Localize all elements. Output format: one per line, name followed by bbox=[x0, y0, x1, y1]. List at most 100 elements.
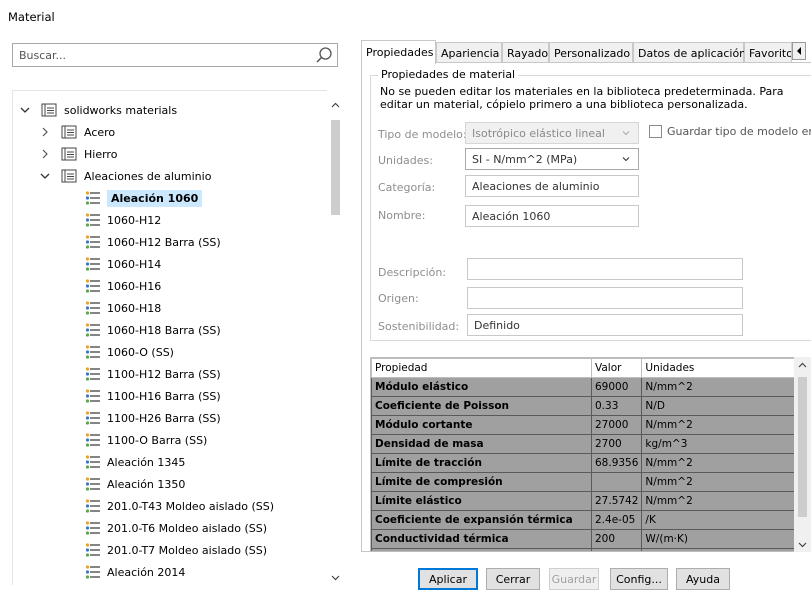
tree-scrollbar[interactable] bbox=[327, 90, 344, 585]
col-header-property[interactable]: Propiedad bbox=[371, 358, 592, 378]
cell-name[interactable]: Coeficiente de expansión térmica bbox=[371, 510, 592, 530]
table-row[interactable]: Coeficiente de expansión térmica 2.4e-05/… bbox=[371, 510, 803, 530]
cell-units[interactable]: /K bbox=[641, 510, 803, 530]
search-icon[interactable] bbox=[315, 46, 333, 64]
material-item[interactable]: 1060-O (SS) bbox=[85, 341, 174, 363]
cell-units[interactable]: kg/m^3 bbox=[641, 434, 803, 454]
tab-scroll-left-button[interactable] bbox=[792, 42, 806, 60]
cell-units[interactable]: W/(m·K) bbox=[641, 529, 803, 549]
material-item[interactable]: Aleación 2014 bbox=[85, 561, 185, 583]
table-scroll-thumb[interactable] bbox=[798, 377, 807, 517]
table-row[interactable]: Límite de tracción 68.9356 N/mm^2 bbox=[371, 453, 803, 473]
cell-value[interactable] bbox=[590, 548, 643, 551]
scroll-up-icon[interactable] bbox=[331, 102, 340, 108]
cell-name[interactable]: Coeficiente de Poisson bbox=[371, 396, 592, 416]
cell-name[interactable]: Límite elástico bbox=[371, 491, 592, 511]
search-box[interactable] bbox=[12, 43, 338, 67]
cell-units[interactable]: N/mm^2 bbox=[641, 377, 803, 397]
cell-value[interactable]: 2700 bbox=[590, 434, 643, 454]
material-item[interactable]: 1060-H12 bbox=[85, 209, 161, 231]
material-item[interactable]: 201.0-T6 Moldeo aislado (SS) bbox=[85, 517, 267, 539]
cell-units[interactable]: N/mm^2 bbox=[641, 415, 803, 435]
scroll-up-icon[interactable] bbox=[798, 362, 807, 368]
col-header-units[interactable]: Unidades bbox=[641, 358, 803, 378]
cell-name[interactable]: Densidad de masa bbox=[371, 434, 592, 454]
col-header-value[interactable]: Valor bbox=[590, 358, 643, 378]
save-model-type-checkbox[interactable] bbox=[649, 125, 662, 138]
description-field[interactable] bbox=[467, 258, 743, 280]
table-row[interactable]: Coeficiente de Poisson 0.33 N/D bbox=[371, 396, 803, 416]
chevron-down-icon[interactable] bbox=[19, 104, 31, 116]
scroll-down-icon[interactable] bbox=[331, 575, 340, 581]
cell-name[interactable]: Módulo elástico bbox=[371, 377, 592, 397]
tree-folder[interactable]: Acero bbox=[39, 121, 115, 143]
material-item[interactable]: 1060-H18 bbox=[85, 297, 161, 319]
material-item[interactable]: Aleación 1060 bbox=[85, 187, 203, 209]
table-scrollbar[interactable] bbox=[794, 357, 811, 552]
cell-name[interactable]: Módulo cortante bbox=[371, 415, 592, 435]
table-row[interactable]: Límite de compresión N/mm^2 bbox=[371, 472, 803, 492]
cell-name[interactable] bbox=[371, 548, 592, 551]
search-input[interactable] bbox=[13, 44, 303, 66]
material-item[interactable]: 1100-H26 Barra (SS) bbox=[85, 407, 221, 429]
close-button[interactable]: Cerrar bbox=[486, 568, 540, 590]
cell-value[interactable]: 2.4e-05 bbox=[590, 510, 643, 530]
cell-value[interactable]: 68.9356 bbox=[590, 453, 643, 473]
chevron-down-icon[interactable] bbox=[39, 170, 51, 182]
material-item[interactable]: 201.0-T7 Moldeo aislado (SS) bbox=[85, 539, 267, 561]
tab-apariencia[interactable]: Apariencia bbox=[436, 42, 502, 63]
cell-units[interactable] bbox=[641, 548, 803, 551]
cell-name[interactable]: Conductividad térmica bbox=[371, 529, 592, 549]
table-row[interactable]: Densidad de masa 2700 kg/m^3 bbox=[371, 434, 803, 454]
name-field[interactable]: Aleación 1060 bbox=[465, 205, 639, 227]
cell-value[interactable]: 27000 bbox=[590, 415, 643, 435]
table-row[interactable]: Módulo cortante 27000 N/mm^2 bbox=[371, 415, 803, 435]
table-row[interactable] bbox=[371, 548, 803, 551]
material-item[interactable]: 1100-H16 Barra (SS) bbox=[85, 385, 221, 407]
sustainability-field[interactable]: Definido bbox=[467, 314, 743, 336]
cell-units[interactable]: N/mm^2 bbox=[641, 491, 803, 511]
tab-datos-aplicacion[interactable]: Datos de aplicación bbox=[633, 42, 746, 63]
cell-units[interactable]: N/mm^2 bbox=[641, 453, 803, 473]
properties-table[interactable]: Propiedad Valor Unidades Módulo elástico… bbox=[370, 357, 811, 552]
cell-name[interactable]: Límite de tracción bbox=[371, 453, 592, 473]
tab-personalizado[interactable]: Personalizado bbox=[549, 42, 633, 63]
material-item[interactable]: Aleación 1345 bbox=[85, 451, 185, 473]
tree-folder[interactable]: Aleaciones de aluminio bbox=[39, 165, 211, 187]
config-button[interactable]: Config... bbox=[610, 568, 668, 590]
chevron-right-icon[interactable] bbox=[39, 148, 51, 160]
table-row[interactable]: Límite elástico 27.5742 N/mm^2 bbox=[371, 491, 803, 511]
category-field[interactable]: Aleaciones de aluminio bbox=[465, 175, 639, 197]
cell-units[interactable]: N/D bbox=[641, 396, 803, 416]
tab-rayado[interactable]: Rayado bbox=[502, 42, 549, 63]
cell-units[interactable]: N/mm^2 bbox=[641, 472, 803, 492]
tab-propiedades[interactable]: Propiedades bbox=[361, 40, 436, 64]
table-row[interactable]: Conductividad térmica 200 W/(m·K) bbox=[371, 529, 803, 549]
cell-value[interactable]: 200 bbox=[590, 529, 643, 549]
cell-value[interactable] bbox=[590, 472, 643, 492]
chevron-right-icon[interactable] bbox=[39, 126, 51, 138]
material-item[interactable]: 1100-H12 Barra (SS) bbox=[85, 363, 221, 385]
tree-root[interactable]: solidworks materials bbox=[19, 99, 177, 121]
tree-folder[interactable]: Hierro bbox=[39, 143, 117, 165]
material-item[interactable]: Aleación 1350 bbox=[85, 473, 185, 495]
material-item[interactable]: 1060-H16 bbox=[85, 275, 161, 297]
material-item[interactable]: 201.0-T43 Moldeo aislado (SS) bbox=[85, 495, 274, 517]
cell-name[interactable]: Límite de compresión bbox=[371, 472, 592, 492]
material-item[interactable]: 1060-H14 bbox=[85, 253, 161, 275]
tab-favoritos[interactable]: Favorito bbox=[744, 42, 792, 63]
origin-field[interactable] bbox=[467, 287, 743, 309]
material-tree[interactable]: solidworks materials Acero Hierro Aleaci… bbox=[12, 90, 344, 585]
material-item[interactable]: 1060-H12 Barra (SS) bbox=[85, 231, 221, 253]
tree-scroll-thumb[interactable] bbox=[331, 120, 340, 215]
help-button[interactable]: Ayuda bbox=[676, 568, 730, 590]
table-row[interactable]: Módulo elástico 69000 N/mm^2 bbox=[371, 377, 803, 397]
scroll-down-icon[interactable] bbox=[798, 542, 807, 548]
units-select[interactable]: SI - N/mm^2 (MPa) bbox=[465, 148, 639, 170]
material-item[interactable]: 1100-O Barra (SS) bbox=[85, 429, 207, 451]
cell-value[interactable]: 27.5742 bbox=[590, 491, 643, 511]
cell-value[interactable]: 0.33 bbox=[590, 396, 643, 416]
save-button[interactable]: Guardar bbox=[549, 568, 599, 590]
apply-button[interactable]: Aplicar bbox=[418, 568, 478, 590]
material-item[interactable]: 1060-H18 Barra (SS) bbox=[85, 319, 221, 341]
